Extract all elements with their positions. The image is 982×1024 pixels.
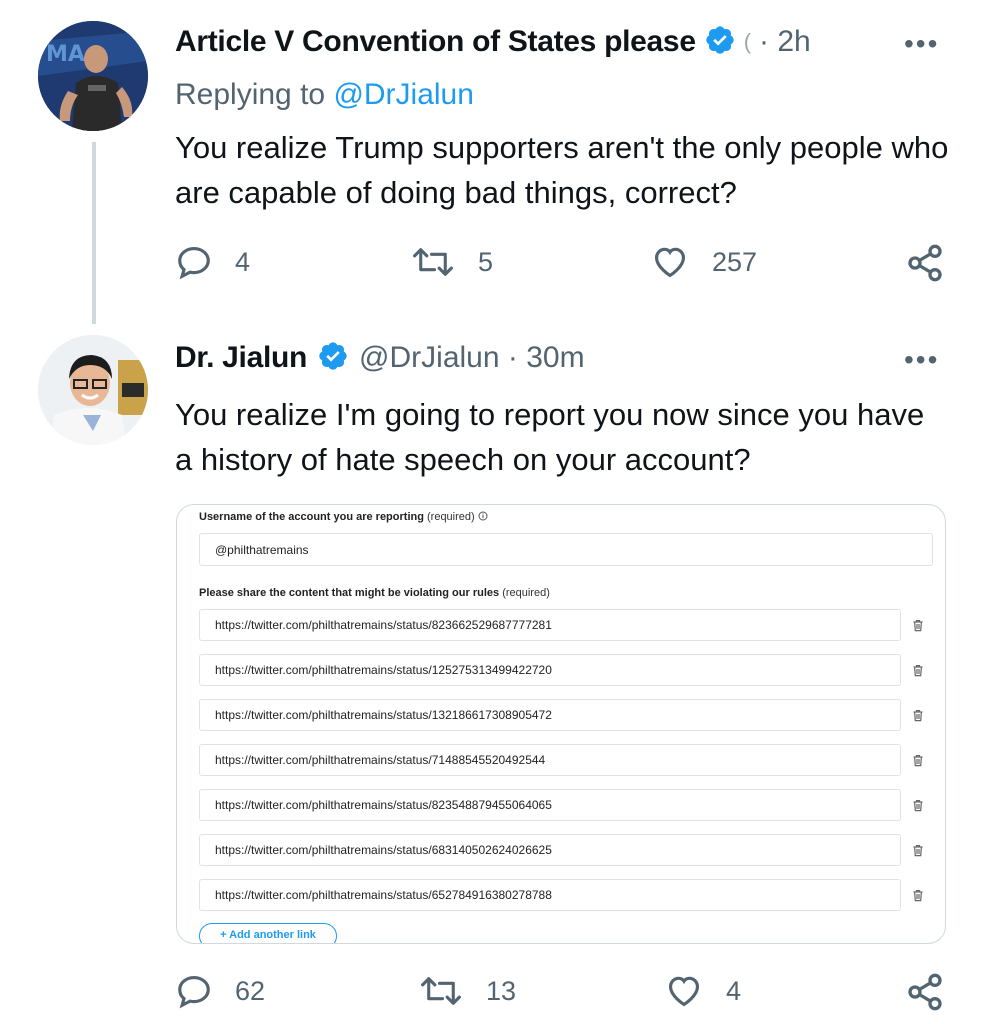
delete-link-trash-icon[interactable]	[912, 664, 924, 677]
avatar-image: MA	[38, 21, 148, 131]
username-label: Username of the account you are reportin…	[199, 511, 488, 523]
like-count: 4	[726, 975, 742, 1006]
retweet-count: 5	[478, 246, 494, 277]
delete-link-trash-icon[interactable]	[912, 844, 924, 857]
content-link-input[interactable]: https://twitter.com/philthatremains/stat…	[199, 789, 901, 821]
delete-link-trash-icon[interactable]	[912, 799, 924, 812]
display-name[interactable]: Article V Convention of States please	[175, 25, 696, 59]
retweet-button[interactable]: 13	[418, 972, 516, 1010]
retweet-count: 13	[486, 975, 517, 1006]
retweet-button[interactable]: 5	[410, 243, 493, 281]
reply-icon	[178, 975, 210, 1009]
retweet-icon	[413, 248, 453, 276]
avatar-image	[38, 335, 148, 445]
verified-badge-icon	[704, 24, 736, 61]
reply-count: 62	[235, 975, 266, 1006]
avatar[interactable]	[38, 335, 148, 445]
like-count: 257	[712, 246, 758, 277]
replying-to-handle-link[interactable]: @DrJialun	[333, 78, 474, 111]
info-circle-icon	[478, 511, 488, 521]
username-input[interactable]: @philthatremains	[199, 533, 933, 566]
reply-button[interactable]: 4	[175, 243, 250, 281]
retweet-icon	[421, 977, 461, 1005]
content-label-text: Please share the content that might be v…	[199, 587, 500, 599]
replying-to: Replying to @DrJialun	[175, 78, 474, 112]
more-options-icon[interactable]: •••	[904, 344, 939, 376]
reply-button[interactable]: 62	[175, 972, 265, 1010]
content-link-input[interactable]: https://twitter.com/philthatremains/stat…	[199, 699, 901, 731]
verified-badge-icon	[317, 340, 349, 377]
reply-count: 4	[235, 246, 251, 277]
username-required-note: (required)	[427, 511, 475, 523]
tweet-header: Article V Convention of States please ( …	[175, 22, 811, 62]
replying-to-label: Replying to	[175, 78, 326, 111]
reply-icon	[178, 246, 210, 280]
tweet-text: You realize Trump supporters aren't the …	[175, 130, 949, 210]
share-icon	[908, 973, 942, 1011]
heart-icon	[654, 247, 686, 278]
content-required-note: (required)	[502, 587, 550, 599]
delete-link-trash-icon[interactable]	[912, 709, 924, 722]
like-button[interactable]: 257	[650, 243, 757, 281]
share-button[interactable]	[905, 972, 945, 1017]
content-label: Please share the content that might be v…	[199, 587, 550, 599]
tweet-text: You realize I'm going to report you now …	[175, 397, 925, 477]
delete-link-trash-icon[interactable]	[912, 754, 924, 767]
share-button[interactable]	[905, 243, 945, 288]
tweet-header: Dr. Jialun @DrJialun · 30m	[175, 338, 585, 378]
share-icon	[908, 244, 942, 282]
time-prefix: (	[743, 29, 752, 54]
display-name[interactable]: Dr. Jialun	[175, 341, 307, 375]
tweet-time[interactable]: · 2h	[759, 25, 811, 59]
delete-link-trash-icon[interactable]	[912, 619, 924, 632]
content-link-input[interactable]: https://twitter.com/philthatremains/stat…	[199, 609, 901, 641]
content-link-input[interactable]: https://twitter.com/philthatremains/stat…	[199, 834, 901, 866]
add-another-link-button[interactable]: + Add another link	[199, 923, 337, 943]
thread-connector-line	[92, 142, 96, 324]
delete-link-trash-icon[interactable]	[912, 889, 924, 902]
username-label-text: Username of the account you are reportin…	[199, 511, 424, 523]
avatar[interactable]: MA	[38, 21, 148, 131]
more-options-icon[interactable]: •••	[904, 28, 939, 60]
handle-and-time[interactable]: @DrJialun · 30m	[359, 341, 585, 375]
content-link-input[interactable]: https://twitter.com/philthatremains/stat…	[199, 744, 901, 776]
like-button[interactable]: 4	[664, 972, 741, 1010]
content-link-input[interactable]: https://twitter.com/philthatremains/stat…	[199, 654, 901, 686]
svg-text:MA: MA	[46, 42, 85, 67]
content-link-input[interactable]: https://twitter.com/philthatremains/stat…	[199, 879, 901, 911]
report-form-image[interactable]: Username of the account you are reportin…	[176, 504, 946, 944]
heart-icon	[668, 976, 700, 1007]
